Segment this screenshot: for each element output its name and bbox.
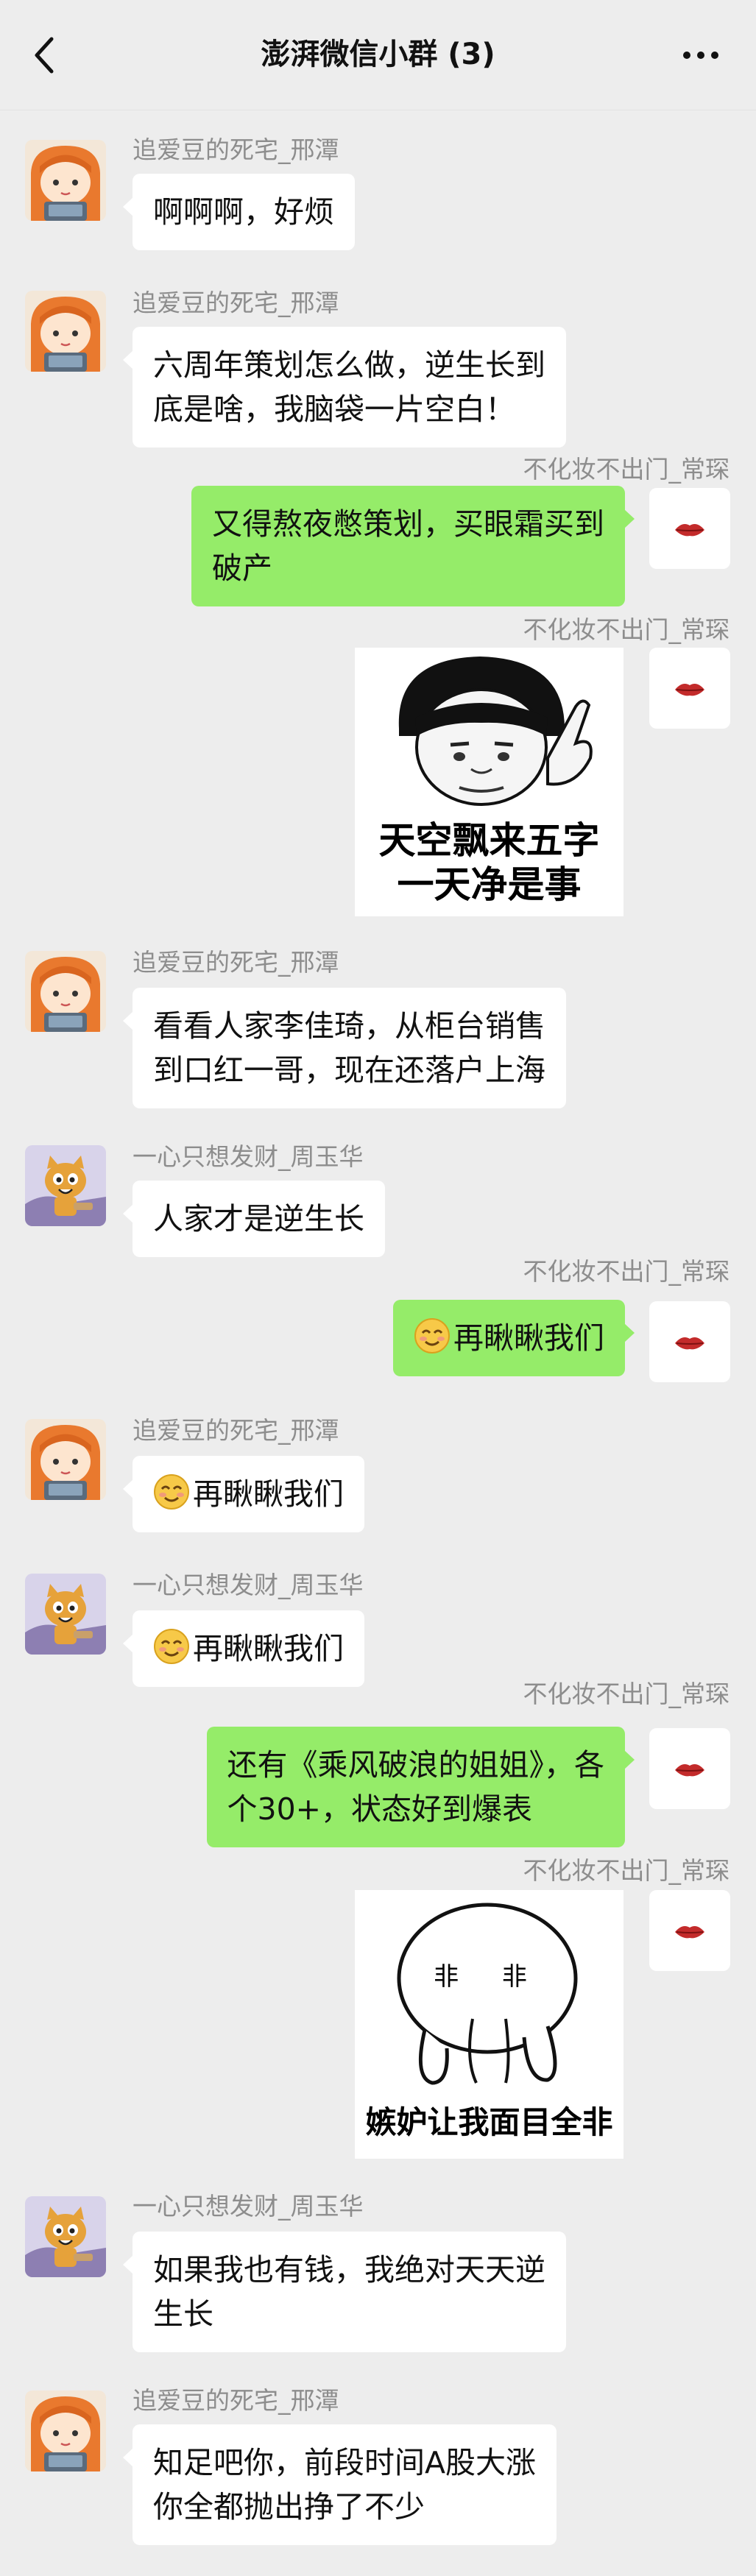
avatar-xingtan[interactable] <box>25 951 106 1032</box>
chat-title: 澎湃微信小群 (3) <box>261 38 495 71</box>
lips-icon <box>674 1925 705 1939</box>
avatar-xingtan[interactable] <box>25 291 106 372</box>
avatar-changchen[interactable] <box>649 1728 730 1809</box>
message-bubble[interactable]: 看看人家李佳琦，从柜台销售 到口红一哥，现在还落户上海 <box>123 988 566 1108</box>
sticker-caption: 天空飘来五字 一天净是事 <box>378 819 600 906</box>
smile-emoji-icon <box>153 1473 190 1510</box>
sticker-meme-jealous[interactable]: 非 非 嫉妒让我面目全非 <box>355 1890 623 2159</box>
avatar-xingtan[interactable] <box>25 1419 106 1500</box>
lips-icon <box>674 1337 705 1351</box>
avatar-changchen[interactable] <box>649 1890 730 1971</box>
lips-icon <box>674 523 705 537</box>
sender-name: 一心只想发财_周玉华 <box>133 1142 364 1171</box>
lips-icon <box>674 683 705 697</box>
sender-name: 不化妆不出门_常琛 <box>523 1257 730 1286</box>
message-bubble[interactable]: 知足吧你，前段时间A股大涨 你全都抛出挣了不少 <box>122 2424 557 2545</box>
avatar-xingtan[interactable] <box>25 2391 106 2471</box>
message-bubble[interactable]: 还有《乘风破浪的姐姐》，各 个30+，状态好到爆表 <box>206 1727 635 1847</box>
avatar-changchen[interactable] <box>649 648 730 729</box>
avatar-changchen[interactable] <box>649 1301 730 1382</box>
more-dots-icon <box>683 52 690 59</box>
sticker-meme-busy[interactable]: 天空飘来五字 一天净是事 <box>355 648 623 916</box>
message-bubble[interactable]: 又得熬夜憋策划，买眼霜买到 破产 <box>191 486 635 606</box>
message-bubble[interactable]: 啊啊啊，好烦 <box>123 174 355 250</box>
smile-emoji-icon <box>153 1628 190 1665</box>
avatar-zhouyuhua[interactable] <box>25 1145 106 1226</box>
sticker-face-text: 非 非 <box>434 1962 545 1992</box>
meme-face-image <box>398 657 593 806</box>
message-bubble[interactable]: 再瞅瞅我们 <box>123 1610 364 1687</box>
message-bubble[interactable]: 六周年策划怎么做，逆生长到 底是啥，我脑袋一片空白！ <box>123 327 566 447</box>
avatar-changchen[interactable] <box>649 488 730 569</box>
sender-name: 不化妆不出门_常琛 <box>523 455 730 484</box>
avatar-xingtan[interactable] <box>25 140 106 221</box>
lips-icon <box>674 1763 705 1777</box>
message-bubble[interactable]: 人家才是逆生长 <box>123 1181 385 1257</box>
avatar-zhouyuhua[interactable] <box>25 2196 106 2277</box>
message-bubble[interactable]: 再瞅瞅我们 <box>393 1300 635 1376</box>
sender-name: 追爱豆的死宅_邢潭 <box>133 1416 339 1445</box>
back-button[interactable] <box>22 29 66 81</box>
sender-name: 一心只想发财_周玉华 <box>133 2192 364 2221</box>
sender-name: 追爱豆的死宅_邢潭 <box>133 948 339 977</box>
sender-name: 追爱豆的死宅_邢潭 <box>133 135 339 164</box>
chat-header: 澎湃微信小群 (3) <box>0 0 756 110</box>
message-bubble[interactable]: 再瞅瞅我们 <box>123 1456 364 1532</box>
chevron-left-icon <box>35 37 54 74</box>
message-bubble[interactable]: 如果我也有钱，我绝对天天逆 生长 <box>123 2232 566 2352</box>
sender-name: 不化妆不出门_常琛 <box>523 1856 730 1885</box>
meme-blob-image <box>397 1903 578 2085</box>
smile-emoji-icon <box>414 1317 451 1354</box>
more-options-button[interactable] <box>675 33 727 77</box>
sender-name: 追爱豆的死宅_邢潭 <box>133 2386 339 2415</box>
sender-name: 不化妆不出门_常琛 <box>523 1680 730 1708</box>
sender-name: 追爱豆的死宅_邢潭 <box>133 289 339 317</box>
sender-name: 一心只想发财_周玉华 <box>133 1571 364 1599</box>
avatar-zhouyuhua[interactable] <box>25 1574 106 1655</box>
sender-name: 不化妆不出门_常琛 <box>523 615 730 644</box>
sticker-caption: 嫉妒让我面目全非 <box>365 2104 613 2140</box>
